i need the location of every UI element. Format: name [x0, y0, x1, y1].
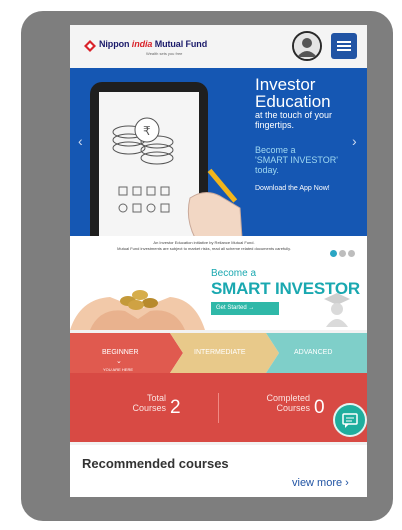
total-courses-label: Total Courses — [132, 393, 166, 413]
hero-disclaimer: An Investor Education initiative by Reli… — [70, 236, 367, 259]
hand-pencil-icon — [187, 168, 243, 238]
course-stats: Total Courses 2 Completed Courses 0 — [70, 373, 367, 442]
level-advanced[interactable]: ADVANCED — [294, 349, 332, 356]
logo-text: Nippon india Mutual Fund — [99, 39, 208, 49]
carousel-dot[interactable] — [348, 250, 355, 257]
hero-cta-text: Become a 'SMART INVESTOR' today. — [255, 145, 338, 175]
recommended-title: Recommended courses — [82, 456, 229, 471]
completed-courses-value: 0 — [314, 397, 325, 418]
hamburger-icon — [337, 45, 351, 47]
logo-tagline: Wealth sets you free — [146, 51, 183, 56]
hamburger-icon — [337, 49, 351, 51]
chevron-down-icon: ⌄ — [116, 358, 122, 365]
smart-investor-banner: Become a SMART INVESTOR Get Started → — [70, 259, 367, 330]
level-beginner[interactable]: BEGINNER — [102, 349, 139, 356]
hands-coins-image — [70, 259, 205, 330]
level-intermediate[interactable]: INTERMEDIATE — [194, 349, 246, 356]
svg-text:₹: ₹ — [143, 124, 151, 138]
logo-mark-icon — [84, 40, 96, 52]
carousel-dot[interactable] — [339, 250, 346, 257]
app-header: Nippon india Mutual Fund Wealth sets you… — [70, 25, 367, 68]
disclaimer-line: Mutual Fund investments are subject to m… — [117, 246, 291, 251]
user-avatar-icon — [294, 33, 320, 59]
graduate-icon — [324, 293, 350, 327]
menu-button[interactable] — [331, 33, 357, 59]
hero-carousel[interactable]: ₹ ‹ › Investor Education at the touch of… — [70, 68, 367, 259]
chat-bubble-icon — [342, 413, 358, 428]
get-started-button[interactable]: Get Started → — [211, 302, 279, 315]
carousel-next[interactable]: › — [352, 133, 357, 149]
recommended-section: Recommended courses view more › — [70, 445, 367, 497]
level-progress: BEGINNER ⌄ INTERMEDIATE ADVANCED YOU ARE… — [70, 333, 367, 373]
view-more-link[interactable]: view more › — [292, 477, 349, 489]
you-are-here-label: YOU ARE HERE — [103, 367, 134, 372]
hero-title: Investor Education — [255, 75, 331, 111]
stats-divider — [218, 393, 219, 423]
smart-line1: Become a — [211, 268, 257, 279]
chat-button[interactable] — [333, 403, 367, 437]
completed-courses-label: Completed Courses — [266, 393, 310, 413]
carousel-prev[interactable]: ‹ — [78, 133, 83, 149]
app-screen: Nippon india Mutual Fund Wealth sets you… — [70, 25, 367, 497]
carousel-dot[interactable] — [330, 250, 337, 257]
download-app-text: Download the App Now! — [255, 185, 330, 192]
profile-button[interactable] — [292, 31, 322, 61]
total-courses-value: 2 — [170, 397, 181, 418]
hero-subtitle: at the touch of your fingertips. — [255, 110, 333, 130]
hamburger-icon — [337, 41, 351, 43]
